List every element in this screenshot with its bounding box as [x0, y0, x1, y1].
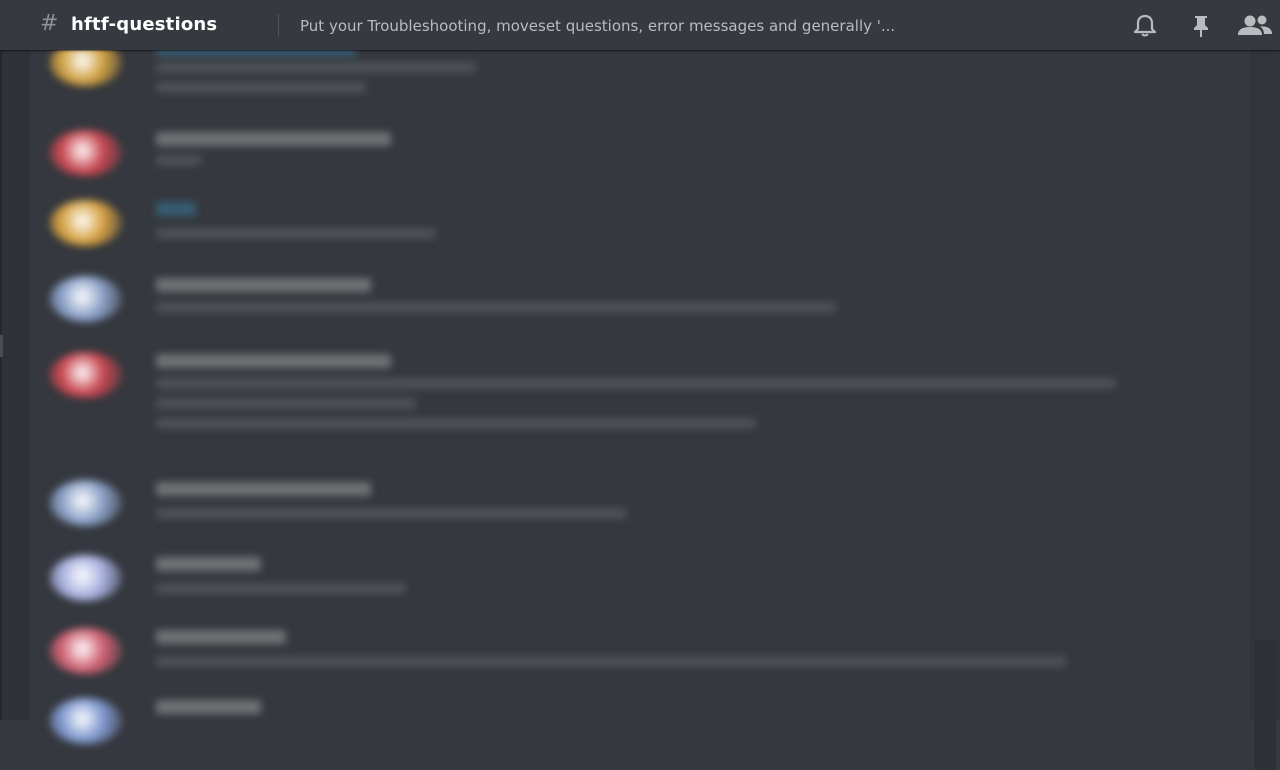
avatar[interactable]: [50, 555, 122, 601]
avatar[interactable]: [50, 698, 122, 744]
avatar[interactable]: [50, 200, 122, 246]
header-divider: [278, 14, 279, 36]
channel-header: # hftf-questions Put your Troubleshootin…: [0, 0, 1280, 50]
message-username[interactable]: [156, 630, 286, 644]
avatar[interactable]: [50, 276, 122, 322]
message-text: [156, 82, 366, 93]
message-username[interactable]: [156, 202, 196, 216]
message-list: [0, 0, 1250, 744]
hash-icon: #: [40, 11, 59, 36]
scrollbar-thumb[interactable]: [1254, 640, 1276, 770]
message-username[interactable]: [156, 132, 391, 146]
message-username[interactable]: [156, 557, 261, 571]
members-icon[interactable]: [1236, 13, 1274, 39]
channel-topic[interactable]: Put your Troubleshooting, moveset questi…: [300, 14, 1100, 38]
avatar[interactable]: [50, 352, 122, 398]
message-text: [156, 418, 756, 429]
message-text: [156, 656, 1066, 667]
message-username[interactable]: [156, 354, 391, 368]
message-text: [156, 302, 836, 313]
bell-icon[interactable]: [1131, 13, 1159, 39]
avatar[interactable]: [50, 480, 122, 526]
message-text: [156, 155, 201, 166]
message-text: [156, 62, 476, 73]
scrollbar[interactable]: [1250, 50, 1280, 770]
message-text: [156, 228, 436, 239]
message-text: [156, 508, 626, 519]
avatar[interactable]: [50, 130, 122, 176]
message-text: [156, 398, 416, 409]
channel-name: hftf-questions: [71, 14, 218, 35]
avatar[interactable]: [50, 628, 122, 674]
message-username[interactable]: [156, 700, 261, 714]
pin-icon[interactable]: [1188, 13, 1216, 39]
message-text: [156, 378, 1116, 389]
message-username[interactable]: [156, 482, 371, 496]
message-username[interactable]: [156, 278, 371, 292]
message-text: [156, 583, 406, 594]
